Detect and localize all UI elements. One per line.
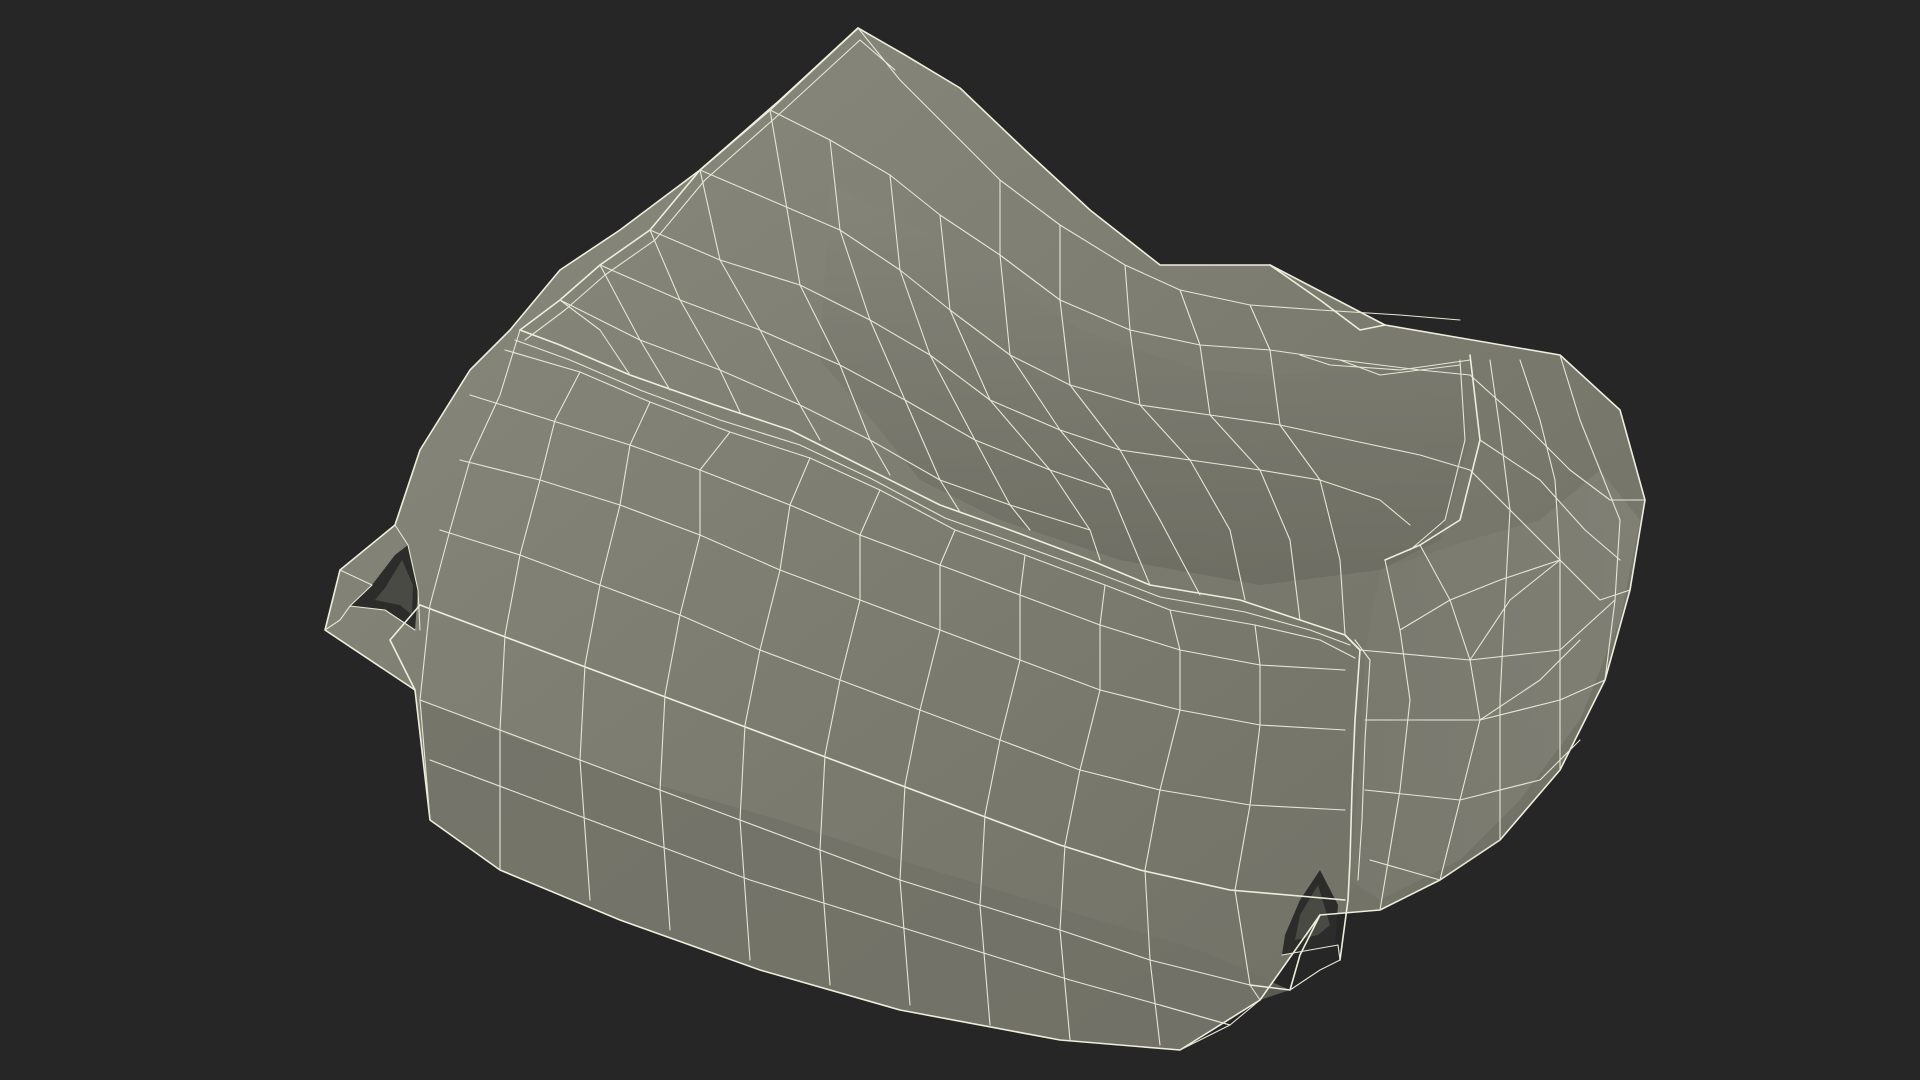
wireframe-render <box>324 27 1646 1051</box>
render-viewport <box>0 0 1920 1080</box>
